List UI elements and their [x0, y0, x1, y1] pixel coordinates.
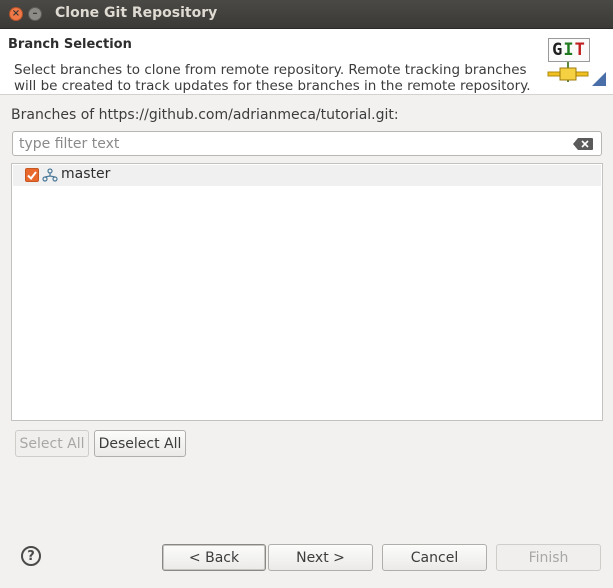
cancel-button[interactable]: Cancel	[382, 544, 487, 571]
deselect-all-button[interactable]: Deselect All	[94, 430, 186, 457]
select-all-button[interactable]: Select All	[15, 430, 89, 457]
page-title: Branch Selection	[8, 37, 132, 52]
git-logo-icon: GIT	[546, 38, 606, 90]
filter-input[interactable]	[19, 134, 559, 153]
back-button[interactable]: < Back	[162, 544, 266, 571]
minimize-icon: –	[32, 8, 38, 19]
finish-button[interactable]: Finish	[496, 544, 601, 571]
close-icon: ×	[11, 8, 21, 19]
branch-name: master	[61, 166, 111, 182]
page-description: Select branches to clone from remote rep…	[14, 62, 531, 94]
check-icon	[27, 170, 37, 180]
window-title: Clone Git Repository	[55, 5, 218, 21]
list-item[interactable]: master	[13, 165, 601, 186]
clear-filter-icon[interactable]	[573, 138, 593, 150]
branch-checkbox[interactable]	[25, 168, 39, 182]
next-button[interactable]: Next >	[268, 544, 373, 571]
filter-field	[12, 131, 602, 156]
git-logo-graphic	[547, 62, 606, 86]
help-icon[interactable]: ?	[21, 546, 41, 566]
wizard-header: Branch Selection Select branches to clon…	[0, 29, 613, 95]
title-bar: × – Clone Git Repository	[0, 0, 613, 29]
branch-icon	[42, 168, 58, 182]
branches-label: Branches of https://github.com/adrianmec…	[11, 107, 399, 123]
window-minimize-button[interactable]: –	[28, 7, 42, 21]
branch-list: master	[11, 163, 603, 421]
window-close-button[interactable]: ×	[9, 7, 23, 21]
